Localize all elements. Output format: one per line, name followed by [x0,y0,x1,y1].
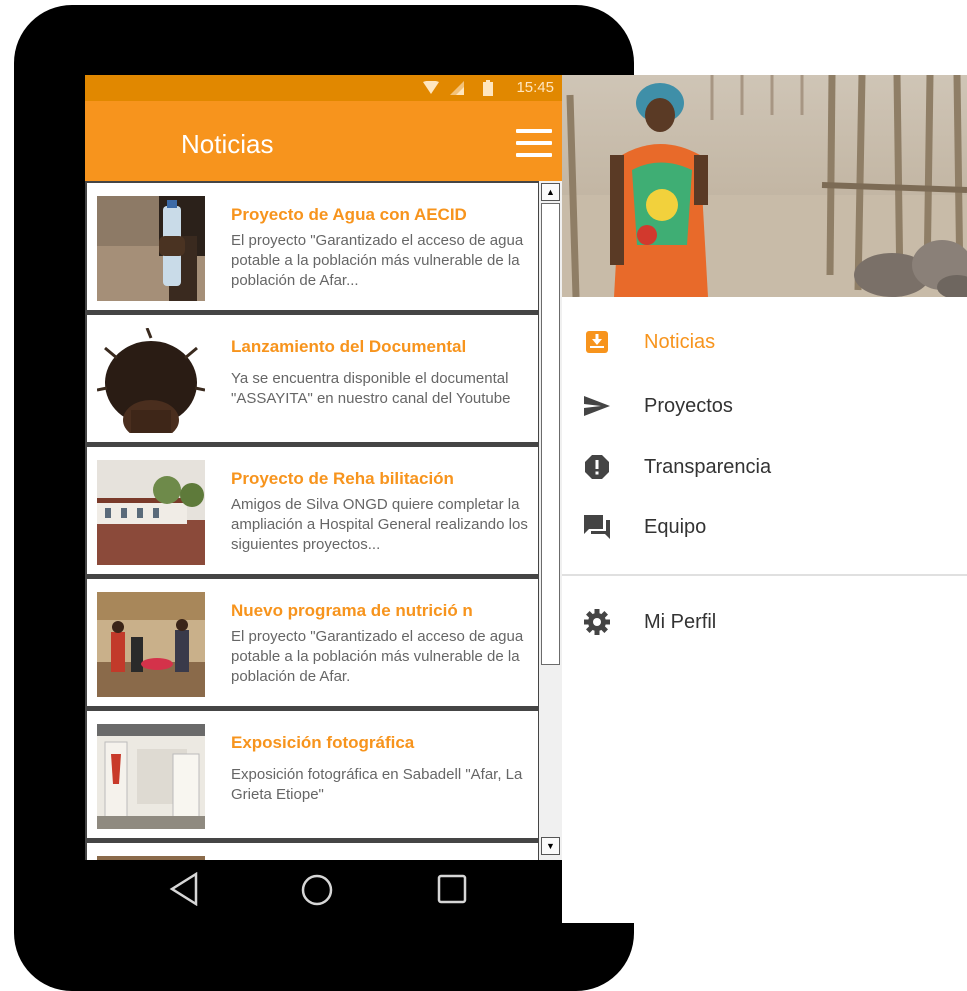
alert-icon [582,452,612,482]
news-title: Proyecto de Reha bilitación [231,469,454,488]
drawer-item-label: Equipo [644,515,707,538]
scroll-down-arrow-icon[interactable]: ▼ [541,837,560,855]
drawer-item-transparencia[interactable]: Transparencia [562,441,967,493]
status-time: 15:45 [516,79,554,96]
news-card[interactable]: Lanzamiento del Documental Ya se encuent… [87,315,538,442]
back-icon[interactable] [168,871,200,911]
news-card[interactable] [87,843,538,860]
navigation-drawer: Noticias Proyectos Transparencia Equipo … [562,75,967,923]
news-title: Exposición fotográfica [231,733,415,752]
news-title: Proyecto de Agua con AECID [231,205,467,224]
chat-icon [582,512,612,542]
news-description: El proyecto "Garantizado el acceso de ag… [231,232,524,289]
news-description: Exposición fotográfica en Sabadell "Afar… [231,766,523,803]
drawer-item-label: Proyectos [644,394,733,417]
status-bar: 15:45 [85,75,562,101]
scrollbar-thumb[interactable] [541,203,560,665]
app-screen: 15:45 Noticias Proyecto de Agua con AECI [85,75,562,860]
drawer-item-label: Transparencia [644,455,772,478]
news-thumbnail [97,856,205,860]
news-title: Lanzamiento del Documental [231,337,467,356]
scroll-up-arrow-icon[interactable]: ▲ [541,183,560,201]
news-thumbnail-portrait [97,328,205,433]
drawer-header-image [562,75,967,297]
news-card[interactable]: Exposición fotográfica Exposición fotogr… [87,711,538,838]
home-icon[interactable] [300,873,334,912]
drawer-divider [562,574,967,576]
wifi-icon [423,80,439,100]
news-thumbnail-hospital [97,460,205,565]
news-description: Ya se encuentra disponible el documental… [231,370,511,407]
send-icon [582,391,612,421]
scrollbar[interactable]: ▲ ▼ [539,181,562,860]
drawer-item-equipo[interactable]: Equipo [562,501,967,553]
drawer-item-label: Mi Perfil [644,610,717,633]
news-list[interactable]: Proyecto de Agua con AECID El proyecto "… [85,181,539,860]
drawer-item-proyectos[interactable]: Proyectos [562,380,967,432]
news-card[interactable]: Nuevo programa de nutrició n El proyecto… [87,579,538,706]
signal-icon [450,81,464,100]
recent-apps-icon[interactable] [437,874,467,909]
news-thumbnail-nutrition [97,592,205,697]
page-title: Noticias [181,129,274,159]
inbox-icon [582,327,612,357]
app-bar: Noticias [85,101,562,181]
hamburger-menu-icon[interactable] [516,129,552,157]
drawer-item-label: Noticias [644,330,716,353]
news-card[interactable]: Proyecto de Agua con AECID El proyecto "… [87,183,538,310]
drawer-item-mi-perfil[interactable]: Mi Perfil [562,596,967,648]
news-thumbnail-exhibition [97,724,205,829]
battery-icon [483,80,493,101]
news-title: Nuevo programa de nutrició n [231,601,473,620]
drawer-item-noticias[interactable]: Noticias [562,316,967,368]
news-thumbnail-water-bottle [97,196,205,301]
gear-icon [582,607,612,637]
news-card[interactable]: Proyecto de Reha bilitación Amigos de Si… [87,447,538,574]
news-description: El proyecto "Garantizado el acceso de ag… [231,628,524,685]
news-description: Amigos de Silva ONGD quiere completar la… [231,496,528,553]
